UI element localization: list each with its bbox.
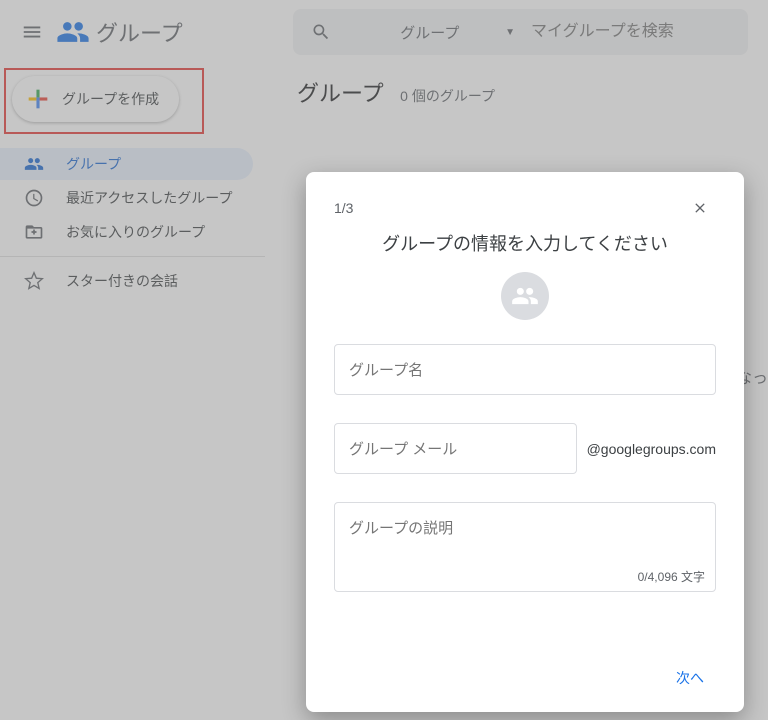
char-counter: 0/4,096 文字 [638,568,705,585]
create-group-dialog: 1/3 グループの情報を入力してください グループ名 グループ メール @goo… [306,172,744,712]
group-description-field[interactable]: グループの説明 0/4,096 文字 [334,502,716,592]
close-button[interactable] [684,192,716,224]
people-icon [511,282,539,310]
dialog-step-indicator: 1/3 [334,200,353,216]
group-email-placeholder: グループ メール [349,441,457,458]
next-button[interactable]: 次へ [664,660,716,696]
next-button-label: 次へ [676,670,704,686]
group-description-placeholder: グループの説明 [349,520,453,537]
group-avatar-placeholder [501,272,549,320]
group-name-field[interactable]: グループ名 [334,344,716,395]
group-name-placeholder: グループ名 [349,362,423,379]
email-domain-suffix: @googlegroups.com [587,441,716,457]
close-icon [692,200,708,216]
dialog-title: グループの情報を入力してください [334,230,716,256]
group-email-field[interactable]: グループ メール [334,423,577,474]
